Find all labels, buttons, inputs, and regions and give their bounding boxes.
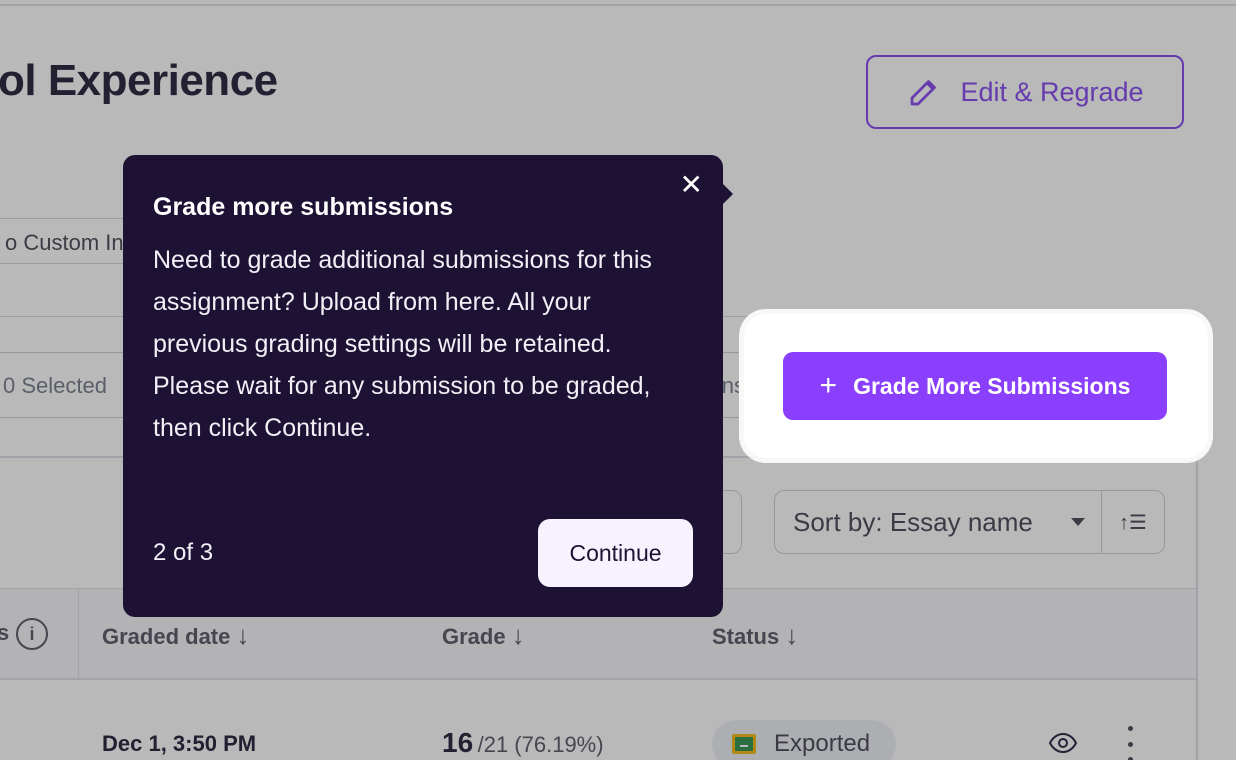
- edit-regrade-label: Edit & Regrade: [960, 76, 1144, 107]
- tooltip-body-paragraph-2: Please wait for any submission to be gra…: [153, 372, 651, 442]
- sort-arrow-down-icon: ↓: [511, 620, 525, 650]
- caret-down-icon: [1071, 518, 1085, 526]
- plus-icon: +: [819, 369, 838, 402]
- kebab-dot: [1127, 726, 1133, 731]
- sort-label: Sort by: Essay name: [793, 506, 1033, 537]
- column-header-graded-date[interactable]: Graded date ↓: [102, 620, 249, 651]
- column-header-fragment: s: [0, 620, 10, 645]
- kebab-dot: [1127, 741, 1133, 747]
- close-icon[interactable]: ✕: [680, 171, 703, 199]
- grade-cell: 16 /21 (76.19%): [442, 727, 604, 759]
- page-title: ol Experience: [0, 56, 278, 105]
- page: ol Experience Edit & Regrade o Custom In…: [0, 0, 1236, 760]
- custom-chip-label: o Custom In: [5, 230, 124, 255]
- info-icon[interactable]: i: [16, 618, 48, 650]
- eye-icon[interactable]: [1048, 731, 1078, 755]
- continue-button[interactable]: Continue: [538, 519, 693, 587]
- custom-instructions-chip[interactable]: o Custom In: [0, 218, 140, 264]
- tooltip-step-counter: 2 of 3: [153, 539, 214, 566]
- bulk-action-button-label[interactable]: ns: [722, 373, 745, 399]
- status-header-label: Status: [712, 624, 780, 649]
- edit-regrade-button[interactable]: Edit & Regrade: [866, 55, 1184, 129]
- grade-detail: /21 (76.19%): [477, 732, 604, 757]
- graded-date-header-label: Graded date: [102, 624, 231, 649]
- status-label: Exported: [774, 730, 871, 757]
- tooltip-body-paragraph-1: Need to grade additional submissions for…: [153, 246, 652, 358]
- column-header-status[interactable]: Status ↓: [712, 620, 798, 651]
- onboarding-tooltip: ✕ Grade more submissions Need to grade a…: [123, 155, 733, 617]
- sort-direction-icon[interactable]: ↑☰: [1101, 491, 1164, 553]
- selected-count: 0 Selected: [3, 373, 107, 398]
- google-classroom-icon: [732, 734, 756, 754]
- column-divider: [78, 590, 79, 678]
- more-options-icon[interactable]: [1124, 726, 1136, 760]
- sort-arrow-down-icon: ↓: [785, 620, 799, 650]
- graded-date-cell: Dec 1, 3:50 PM: [102, 731, 257, 756]
- tooltip-title: Grade more submissions: [153, 193, 454, 221]
- status-badge: Exported: [712, 720, 896, 760]
- pencil-icon: [911, 80, 937, 106]
- column-header-grade[interactable]: Grade ↓: [442, 620, 525, 651]
- tooltip-body: Need to grade additional submissions for…: [153, 239, 683, 449]
- grade-more-submissions-button-highlighted[interactable]: + Grade More Submissions: [783, 352, 1167, 420]
- grade-score: 16: [442, 727, 474, 758]
- grade-more-label: Grade More Submissions: [853, 372, 1131, 399]
- sort-arrow-down-icon: ↓: [236, 620, 250, 650]
- grade-header-label: Grade: [442, 624, 506, 649]
- sort-dropdown[interactable]: Sort by: Essay name ↑☰: [774, 490, 1165, 554]
- top-divider: [0, 0, 1236, 6]
